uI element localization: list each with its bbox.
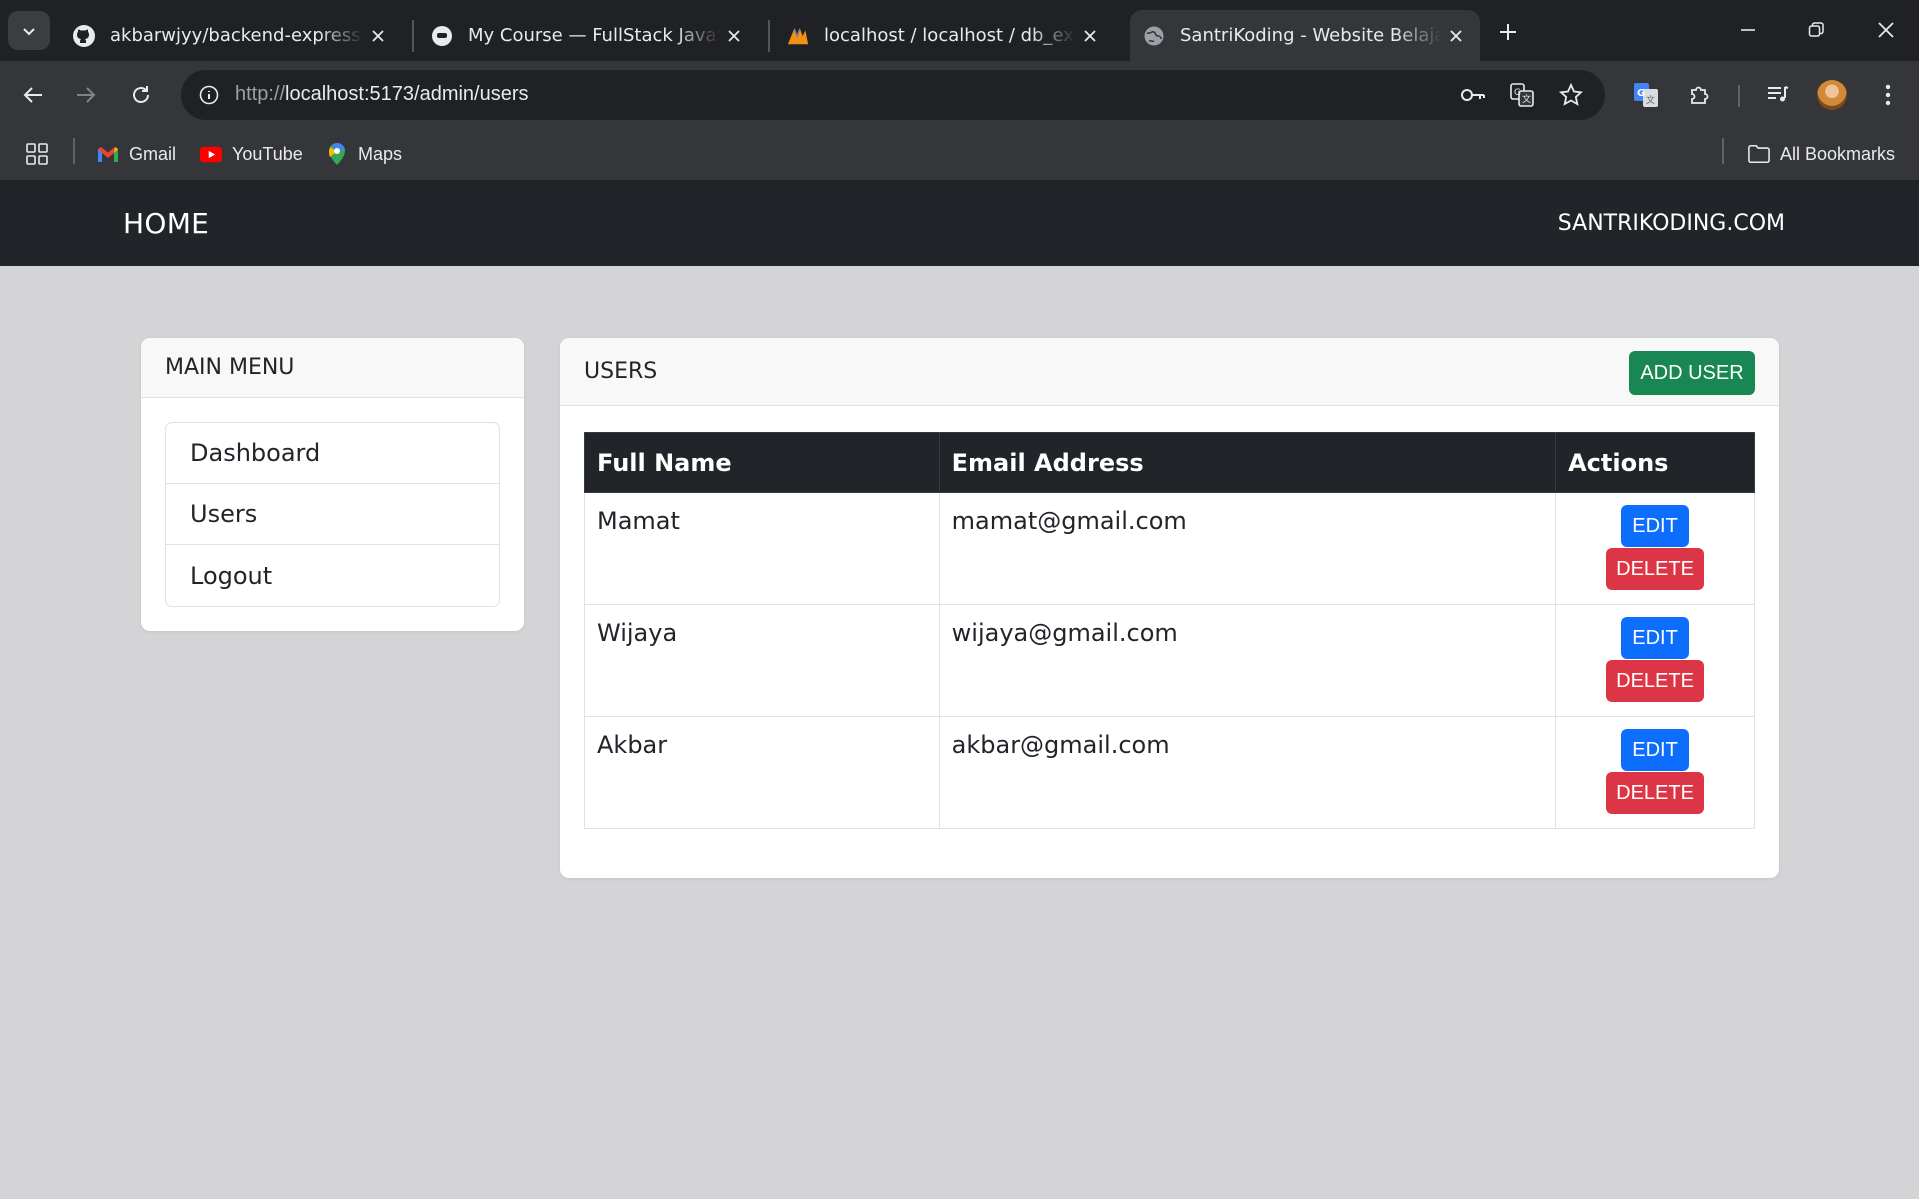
users-card: USERS ADD USER Full Name Email Address A… [560, 338, 1779, 878]
url-host: localhost [285, 83, 364, 105]
reload-icon[interactable] [121, 75, 161, 115]
back-arrow-icon[interactable] [13, 75, 53, 115]
tab-close-icon[interactable] [720, 22, 748, 50]
delete-button[interactable]: DELETE [1606, 772, 1705, 814]
bookmarks-divider [73, 138, 75, 164]
tab-phpmyadmin[interactable]: localhost / localhost / db_express [774, 10, 1114, 61]
address-bar[interactable]: http://localhost:5173/admin/users G文 [181, 70, 1605, 120]
navbar-brand-home[interactable]: HOME [123, 207, 209, 240]
folder-icon [1748, 143, 1770, 165]
profile-avatar[interactable] [1817, 80, 1847, 110]
cell-email: akbar@gmail.com [938, 716, 1557, 829]
bookmark-maps[interactable]: Maps [326, 139, 402, 169]
table-row: Mamat mamat@gmail.com EDIT DELETE [584, 492, 1755, 605]
users-title: USERS [560, 338, 1779, 406]
cell-email: wijaya@gmail.com [938, 604, 1557, 717]
tab-search-chevron-icon[interactable] [8, 11, 50, 50]
media-queue-icon[interactable] [1758, 75, 1798, 115]
gmail-icon [97, 143, 119, 165]
url-prefix: http:// [235, 83, 286, 105]
extensions-puzzle-icon[interactable] [1680, 75, 1720, 115]
url-text[interactable]: http://localhost:5173/admin/users [235, 83, 529, 106]
users-table: Full Name Email Address Actions Mamat ma… [584, 432, 1755, 829]
tab-title: SantriKoding - Website Belajar Coding [1180, 25, 1442, 46]
tab-close-icon[interactable] [1076, 22, 1104, 50]
cell-actions: EDIT DELETE [1555, 604, 1755, 717]
table-row: Wijaya wijaya@gmail.com EDIT DELETE [584, 604, 1755, 717]
edit-button[interactable]: EDIT [1621, 617, 1690, 659]
github-icon [72, 24, 96, 48]
navbar-link-santrikoding[interactable]: SANTRIKODING.COM [1558, 211, 1785, 236]
svg-text:G: G [1514, 88, 1521, 98]
delete-button[interactable]: DELETE [1606, 548, 1705, 590]
tab-santrikoding[interactable]: SantriKoding - Website Belajar Coding [1130, 10, 1480, 61]
svg-text:文: 文 [1522, 93, 1531, 105]
bookmarks-bar: Gmail YouTube Maps All Bookmarks [0, 129, 1919, 181]
browser-toolbar: http://localhost:5173/admin/users G文 G文 [0, 61, 1919, 129]
edit-button[interactable]: EDIT [1621, 505, 1690, 547]
translate-icon[interactable]: G文 [1506, 79, 1538, 111]
minimize-icon[interactable] [1720, 8, 1776, 52]
bookmarks-divider [1722, 138, 1724, 164]
url-path: :5173/admin/users [363, 83, 529, 105]
browser-tabstrip: akbarwjyy/backend-express My Course — Fu… [0, 0, 1919, 61]
cell-actions: EDIT DELETE [1555, 716, 1755, 829]
forward-arrow-icon[interactable] [66, 75, 106, 115]
cell-full-name: Mamat [584, 492, 940, 605]
password-key-icon[interactable] [1457, 79, 1489, 111]
main-menu-title: MAIN MENU [141, 338, 524, 398]
column-header-actions: Actions [1555, 432, 1755, 493]
table-header-row: Full Name Email Address Actions [584, 432, 1755, 493]
add-user-button[interactable]: ADD USER [1629, 351, 1755, 395]
menu-item-users[interactable]: Users [166, 484, 499, 545]
phpmyadmin-icon [786, 24, 810, 48]
chrome-menu-kebab-icon[interactable] [1868, 75, 1908, 115]
cell-actions: EDIT DELETE [1555, 492, 1755, 605]
bookmark-star-icon[interactable] [1555, 79, 1587, 111]
youtube-icon [200, 143, 222, 165]
restore-icon[interactable] [1788, 8, 1844, 52]
bookmark-label: Gmail [129, 143, 177, 164]
all-bookmarks-label: All Bookmarks [1780, 143, 1896, 164]
main-menu-list: Dashboard Users Logout [165, 422, 500, 607]
tab-title: My Course — FullStack JavaScript [468, 25, 720, 46]
apps-grid-icon[interactable] [26, 139, 48, 169]
new-tab-plus-icon[interactable] [1490, 14, 1526, 50]
edit-button[interactable]: EDIT [1621, 729, 1690, 771]
column-header-full-name: Full Name [584, 432, 940, 493]
svg-text:文: 文 [1646, 94, 1655, 106]
site-navbar: HOME SANTRIKODING.COM [0, 181, 1919, 266]
google-translate-extension-icon[interactable]: G文 [1626, 75, 1666, 115]
menu-item-logout[interactable]: Logout [166, 545, 499, 606]
tab-divider [412, 20, 414, 52]
close-window-icon[interactable] [1858, 8, 1914, 52]
main-menu-card: MAIN MENU Dashboard Users Logout [141, 338, 524, 631]
site-info-icon[interactable] [193, 79, 225, 111]
cell-email: mamat@gmail.com [938, 492, 1557, 605]
delete-button[interactable]: DELETE [1606, 660, 1705, 702]
cell-full-name: Akbar [584, 716, 940, 829]
menu-item-dashboard[interactable]: Dashboard [166, 423, 499, 484]
bookmark-label: Maps [358, 143, 403, 164]
column-header-email: Email Address [938, 432, 1557, 493]
tab-close-icon[interactable] [364, 22, 392, 50]
table-row: Akbar akbar@gmail.com EDIT DELETE [584, 716, 1755, 829]
tab-course[interactable]: My Course — FullStack JavaScript [418, 10, 758, 61]
toolbar-divider [1738, 85, 1740, 107]
course-icon [430, 24, 454, 48]
all-bookmarks-button[interactable]: All Bookmarks [1748, 139, 1895, 169]
tab-title: akbarwjyy/backend-express [110, 25, 361, 46]
tab-github[interactable]: akbarwjyy/backend-express [60, 10, 402, 61]
globe-icon [1142, 24, 1166, 48]
svg-text:G: G [1637, 88, 1645, 99]
maps-pin-icon [326, 143, 348, 165]
cell-full-name: Wijaya [584, 604, 940, 717]
tab-close-icon[interactable] [1442, 22, 1470, 50]
bookmark-youtube[interactable]: YouTube [200, 139, 303, 169]
bookmark-label: YouTube [232, 143, 303, 164]
tab-divider [768, 20, 770, 52]
tab-title: localhost / localhost / db_express [824, 25, 1076, 46]
bookmark-gmail[interactable]: Gmail [97, 139, 176, 169]
